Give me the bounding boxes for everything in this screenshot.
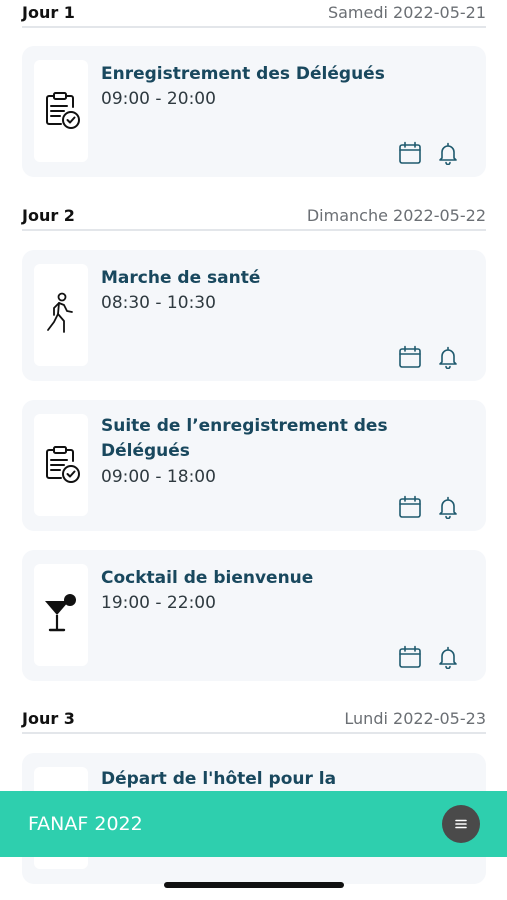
event-title: Suite de l’enregistrement des Délégués (101, 416, 388, 461)
day-label: Jour 1 (22, 3, 75, 22)
event-time: 19:00 - 22:00 (101, 593, 216, 613)
event-actions (398, 495, 460, 519)
event-title: Enregistrement des Délégués (101, 64, 385, 84)
event-time: 08:30 - 10:30 (101, 293, 216, 313)
event-time: 09:00 - 18:00 (101, 467, 216, 487)
reminder-bell-icon[interactable] (436, 495, 460, 519)
event-icon-box (34, 564, 88, 666)
event-card[interactable]: Cocktail de bienvenue 19:00 - 22:00 (22, 550, 486, 681)
menu-icon (454, 815, 468, 834)
event-title: Marche de santé (101, 268, 261, 288)
day-date: Samedi 2022-05-21 (327, 3, 486, 22)
add-to-calendar-icon[interactable] (398, 495, 422, 519)
event-time: 09:00 - 20:00 (101, 89, 216, 109)
day-date: Lundi 2022-05-23 (344, 709, 486, 728)
event-icon-box (34, 264, 88, 366)
day-label: Jour 3 (22, 709, 75, 728)
day-header: Jour 1 Samedi 2022-05-21 (22, 2, 486, 28)
event-card[interactable]: Marche de santé 08:30 - 10:30 (22, 250, 486, 381)
event-actions (398, 345, 460, 369)
event-icon-box (34, 414, 88, 516)
app-title: FANAF 2022 (28, 813, 143, 835)
event-card[interactable]: Enregistrement des Délégués 09:00 - 20:0… (22, 46, 486, 177)
schedule-screen: Jour 1 Samedi 2022-05-21 Enregistrement … (0, 0, 507, 900)
bottom-app-bar: FANAF 2022 (0, 791, 507, 857)
reminder-bell-icon[interactable] (436, 645, 460, 669)
event-card[interactable]: Suite de l’enregistrement des Délégués 0… (22, 400, 486, 531)
home-indicator[interactable] (164, 882, 344, 888)
event-actions (398, 141, 460, 165)
add-to-calendar-icon[interactable] (398, 141, 422, 165)
cocktail-glass-icon (41, 591, 81, 639)
walking-person-icon (41, 291, 81, 339)
day-header: Jour 2 Dimanche 2022-05-22 (22, 205, 486, 231)
reminder-bell-icon[interactable] (436, 141, 460, 165)
menu-button[interactable] (442, 805, 480, 843)
clipboard-check-icon (39, 87, 83, 135)
reminder-bell-icon[interactable] (436, 345, 460, 369)
event-actions (398, 645, 460, 669)
day-header: Jour 3 Lundi 2022-05-23 (22, 708, 486, 734)
day-date: Dimanche 2022-05-22 (306, 206, 486, 225)
clipboard-check-icon (39, 441, 83, 489)
event-icon-box (34, 60, 88, 162)
event-title: Cocktail de bienvenue (101, 568, 314, 588)
day-label: Jour 2 (22, 206, 75, 225)
add-to-calendar-icon[interactable] (398, 345, 422, 369)
add-to-calendar-icon[interactable] (398, 645, 422, 669)
